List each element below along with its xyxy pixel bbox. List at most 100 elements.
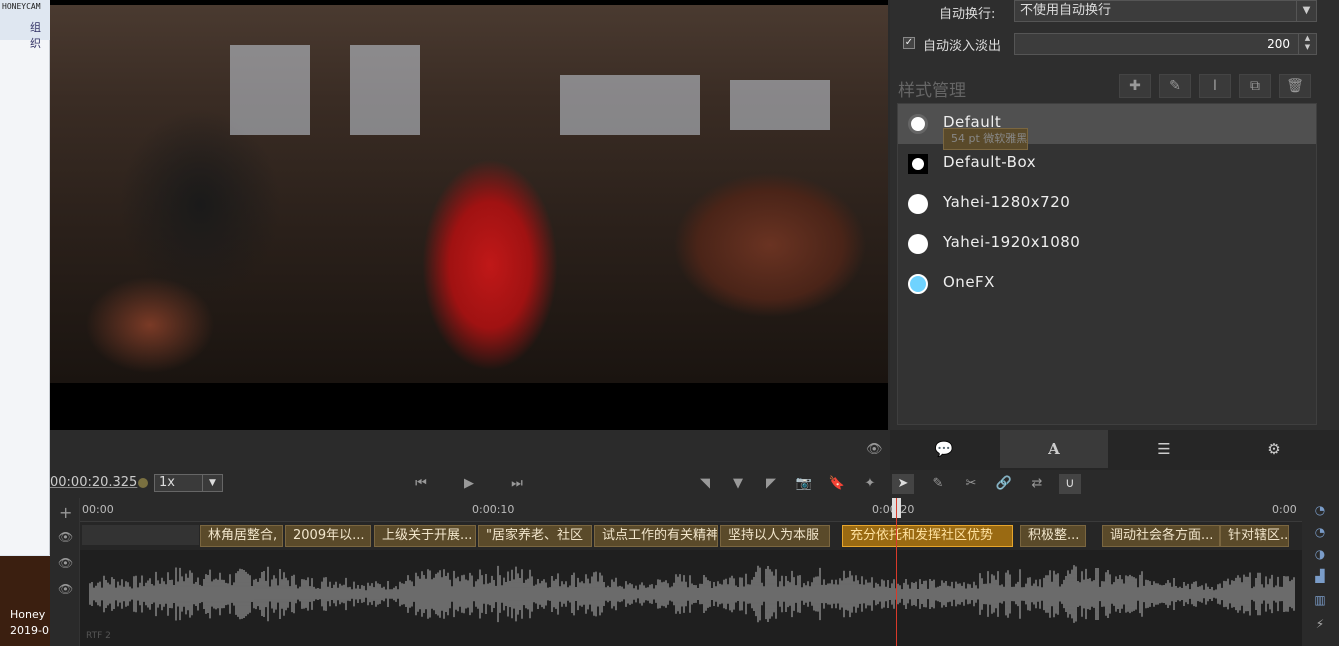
pencil-icon: ✎ — [1169, 78, 1181, 94]
bookmark-button[interactable]: 🔖 — [826, 474, 848, 494]
spin-arrows-icon[interactable]: ▲ ▼ — [1298, 34, 1316, 54]
swap-tool-button[interactable]: ⇄ — [1026, 474, 1048, 494]
edit-style-button[interactable]: ✎ — [1159, 74, 1191, 98]
subtitle-block[interactable]: 2009年以... — [285, 525, 371, 547]
eye-icon[interactable]: 👁 — [866, 442, 883, 457]
style-item-onefx[interactable]: OneFX — [898, 264, 1316, 304]
wand-icon: ✦ — [864, 476, 876, 491]
spectrum-view-icon[interactable]: ▥ — [1312, 592, 1328, 608]
zoom-dial-icon[interactable]: ◑ — [1312, 546, 1328, 562]
swap-icon: ⇄ — [1031, 476, 1043, 491]
zoom-dial-icon[interactable]: ◔ — [1312, 502, 1328, 518]
eye-icon[interactable]: 👁 — [58, 530, 73, 544]
tab-styles[interactable]: A — [1000, 430, 1108, 468]
mark-down-icon: ▼ — [733, 476, 743, 491]
subtitle-track[interactable]: 林角居整合, 2009年以... 上级关于开展... "居家养老、社区 试点工作… — [80, 522, 1302, 550]
subtitle-block[interactable]: 积极整... — [1020, 525, 1086, 547]
bg-window — [560, 75, 700, 135]
gear-icon: ⚙ — [1267, 440, 1281, 458]
auto-wrap-value: 不使用自动换行 — [1020, 3, 1112, 18]
fade-duration-value: 200 — [1267, 37, 1290, 51]
auto-wrap-label: 自动换行: — [939, 7, 996, 22]
play-button[interactable]: ▶ — [458, 474, 480, 494]
set-mid-button[interactable]: ▼ — [727, 474, 749, 494]
video-frame — [50, 5, 888, 383]
waveform-path — [89, 565, 1295, 623]
style-name: Yahei-1920x1080 — [943, 233, 1081, 251]
bg-window — [350, 45, 420, 135]
subtitle-block[interactable]: 林角居整合, — [200, 525, 283, 547]
timeline[interactable]: + 👁 👁 👁 00:00 0:00:10 0:00:20 0:00 林角居整合… — [50, 498, 1339, 646]
subtitle-block[interactable]: 试点工作的有关精神 — [594, 525, 718, 547]
tab-subtitles[interactable]: 💬 — [890, 430, 998, 468]
add-track-icon[interactable]: + — [59, 503, 72, 522]
subtitle-block[interactable]: 针对辖区... — [1220, 525, 1289, 547]
style-item-default-box[interactable]: Default-Box — [898, 144, 1316, 184]
audio-waveform[interactable] — [80, 554, 1302, 634]
text-cursor-icon: I — [1212, 78, 1218, 94]
chat-bubble-icon: 💬 — [934, 440, 954, 458]
explorer-org-label[interactable]: 组织 — [30, 19, 49, 51]
ruler-tick: 00:00 — [82, 503, 114, 516]
playback-speed-select[interactable]: 1x ▼ — [154, 474, 223, 492]
edit-tool-button[interactable]: ✎ — [927, 474, 949, 494]
set-end-button[interactable]: ◤ — [760, 474, 782, 494]
style-name: Yahei-1280x720 — [943, 193, 1071, 211]
skip-back-icon: ⏮ — [415, 476, 427, 491]
rename-style-button[interactable]: I — [1199, 74, 1231, 98]
style-name: OneFX — [943, 273, 995, 291]
eye-icon[interactable]: 👁 — [58, 556, 73, 570]
add-style-button[interactable]: ✚ — [1119, 74, 1151, 98]
chevron-down-icon: ▼ — [202, 475, 222, 491]
zoom-dial-icon[interactable]: ◔ — [1312, 524, 1328, 540]
style-management-title: 样式管理 — [898, 81, 966, 101]
auto-fade-checkbox[interactable]: ✓ — [903, 37, 915, 49]
set-start-button[interactable]: ◥ — [694, 474, 716, 494]
prev-button[interactable]: ⏮ — [410, 474, 432, 494]
magic-button[interactable]: ✦ — [859, 474, 881, 494]
snapshot-button[interactable]: 📷 — [793, 474, 815, 494]
status-dot — [138, 478, 148, 488]
subtitle-block-selected[interactable]: 充分依托和发挥社区优势 — [842, 525, 1013, 547]
trash-icon: 🗑 — [1286, 78, 1304, 94]
subtitle-block[interactable]: 上级关于开展... — [374, 525, 476, 547]
mark-out-icon: ◤ — [766, 476, 776, 491]
style-item-yahei-1920[interactable]: Yahei-1920x1080 — [898, 224, 1316, 264]
subtitle-editor-app: 👁 自动换行: 不使用自动换行 ▼ ✓ 自动淡入淡出 200 ▲ ▼ 样式管理 ✚… — [50, 0, 1339, 646]
desktop-icon-date: 2019-0 — [10, 624, 49, 637]
next-button[interactable]: ⏭ — [506, 474, 528, 494]
desktop-background: HONEYCAM 组织 Honey 2019-0 — [0, 0, 50, 646]
timeline-side-tools: ◔ ◔ ◑ ▟ ▥ ⚡ — [1302, 498, 1339, 646]
track-gutter: + 👁 👁 👁 — [50, 498, 80, 646]
lightning-icon[interactable]: ⚡ — [1312, 616, 1328, 632]
link-tool-button[interactable]: 🔗 — [993, 474, 1015, 494]
copy-style-button[interactable]: ⧉ — [1239, 74, 1271, 98]
fade-duration-spinbox[interactable]: 200 ▲ ▼ — [1014, 33, 1317, 55]
tab-settings[interactable]: ⚙ — [1220, 430, 1328, 468]
plus-icon: ✚ — [1129, 78, 1141, 94]
style-item-yahei-1280[interactable]: Yahei-1280x720 — [898, 184, 1316, 224]
delete-style-button[interactable]: 🗑 — [1279, 74, 1311, 98]
scissors-icon: ✂ — [965, 476, 977, 491]
desktop-icon-label[interactable]: Honey — [10, 608, 45, 621]
video-preview[interactable] — [50, 0, 888, 430]
ruler-tick: 0:00 — [1272, 503, 1297, 516]
subtitle-block[interactable]: 调动社会各方面... — [1102, 525, 1220, 547]
style-name: Default-Box — [943, 153, 1037, 171]
tab-list[interactable]: ☰ — [1110, 430, 1218, 468]
subtitle-block[interactable]: "居家养老、社区 — [478, 525, 592, 547]
auto-wrap-select[interactable]: 不使用自动换行 ▼ — [1014, 0, 1317, 22]
select-tool-button[interactable]: ➤ — [892, 474, 914, 494]
waveform-view-icon[interactable]: ▟ — [1312, 568, 1328, 584]
magnet-icon: ∪ — [1065, 476, 1075, 491]
subtitle-block[interactable]: 坚持以人为本服 — [720, 525, 830, 547]
cut-tool-button[interactable]: ✂ — [960, 474, 982, 494]
magnet-tool-button[interactable]: ∪ — [1059, 474, 1081, 494]
bg-window — [730, 80, 830, 130]
eye-icon[interactable]: 👁 — [58, 582, 73, 596]
desktop-taskbar-area: Honey 2019-0 — [0, 556, 50, 646]
time-ruler[interactable]: 00:00 0:00:10 0:00:20 0:00 — [80, 498, 1302, 522]
timecode-display[interactable]: 00:00:20.325 — [50, 475, 137, 490]
style-item-default[interactable]: Default 54 pt 微软雅黑 — [898, 104, 1316, 150]
play-icon: ▶ — [464, 476, 474, 491]
